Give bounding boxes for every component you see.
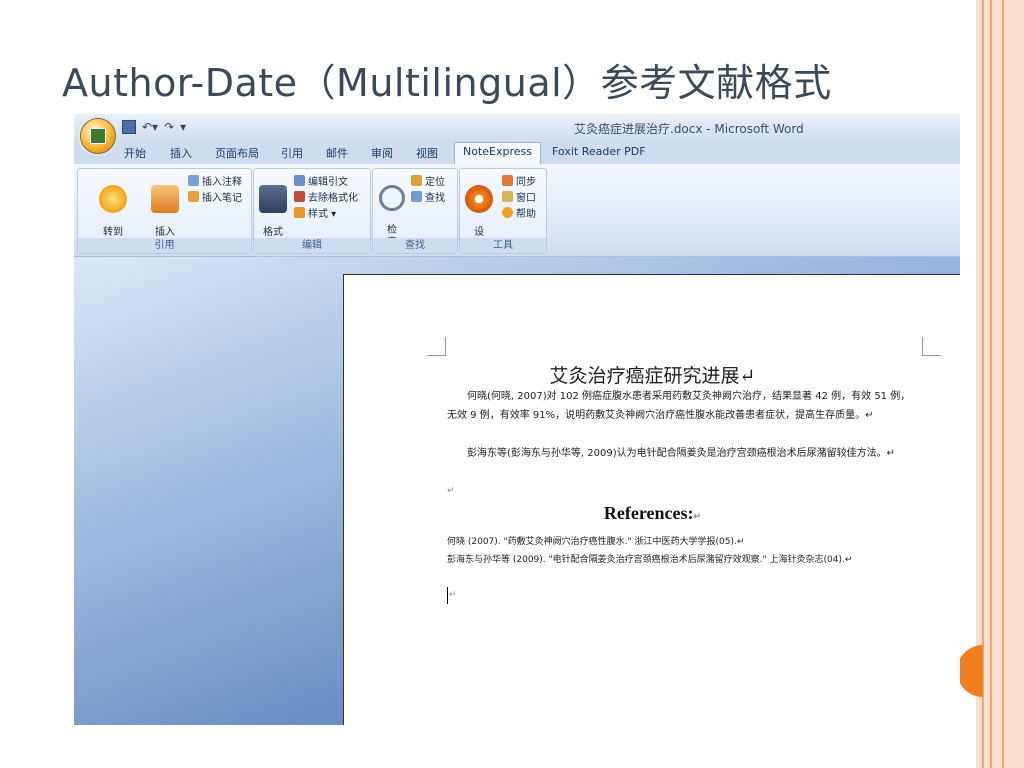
group-tools: 设 置 同步 窗口 帮助 工具 <box>459 168 547 254</box>
style-dropdown[interactable]: 样式 ▾ <box>294 205 336 220</box>
insert-note-button[interactable]: 插入注释 <box>188 173 242 188</box>
noteexpress-icon <box>99 185 127 213</box>
group-tools-label: 工具 <box>460 238 546 253</box>
window-icon <box>502 191 513 202</box>
search-icon <box>379 185 405 211</box>
format-icon <box>259 185 287 213</box>
locate-icon <box>411 175 422 186</box>
empty-paragraph-mark: ↵ <box>447 486 455 496</box>
tab-mailings[interactable]: 邮件 <box>326 145 348 161</box>
office-logo-icon <box>90 128 106 144</box>
tab-insert[interactable]: 插入 <box>170 145 192 161</box>
remove-format-icon <box>294 191 305 202</box>
insert-memo-icon <box>188 191 199 202</box>
gear-icon <box>465 185 493 213</box>
insert-citation-icon <box>151 185 179 213</box>
customize-icon[interactable]: ▾ <box>180 120 186 134</box>
word-window-screenshot: ↶▾ ↷ ▾ 艾灸癌症进展治疗.docx - Microsoft Word 开始… <box>74 114 960 725</box>
reference-1: 何晓 (2007). "药敷艾灸神阙穴治疗癌性腹水." 浙江中医药大学学报(05… <box>447 537 745 547</box>
edit-citation-button[interactable]: 编辑引文 <box>294 173 348 188</box>
help-icon <box>502 207 513 218</box>
ribbon-tabs: 开始 插入 页面布局 引用 邮件 审阅 视图 NoteExpress Foxit… <box>74 142 960 166</box>
slide-border-decoration <box>976 0 1024 768</box>
margin-corner-right <box>922 337 941 356</box>
locate-button[interactable]: 定位 <box>411 173 445 188</box>
reference-2: 彭海东与孙华等 (2009). "电针配合隔姜灸治疗宫颈癌根治术后尿潴留疗效观察… <box>447 555 853 565</box>
insert-note-label: 插入注释 <box>202 177 242 188</box>
paragraph-2: 彭海东等(彭海东与孙华等, 2009)认为电针配合隔姜灸是治疗宫颈癌根治术后尿潴… <box>467 448 895 459</box>
undo-icon[interactable]: ↶▾ <box>142 120 158 134</box>
insert-memo-button[interactable]: 插入笔记 <box>188 189 242 204</box>
group-cite: 转到 NoteExpress 插入 引文 插入注释 插入笔记 引用 <box>77 168 252 254</box>
help-label: 帮助 <box>516 209 536 220</box>
locate-label: 定位 <box>425 177 445 188</box>
document-title: 艾灸治疗癌症研究进展↵ <box>549 365 756 387</box>
text-cursor: ↵ <box>447 587 922 604</box>
edit-citation-icon <box>294 175 305 186</box>
help-button[interactable]: 帮助 <box>502 205 536 220</box>
redo-icon[interactable]: ↷ <box>164 120 174 134</box>
references-heading: References:↵ <box>344 503 960 524</box>
insert-memo-label: 插入笔记 <box>202 193 242 204</box>
style-icon <box>294 207 305 218</box>
paragraph-1: 何晓(何晓, 2007)对 102 例癌症腹水患者采用药敷艾灸神阙穴治疗，结果显… <box>447 391 911 421</box>
window-title: 艾灸癌症进展治疗.docx - Microsoft Word <box>574 122 804 136</box>
find-button[interactable]: 查找 <box>411 189 445 204</box>
group-find: 检 索 定位 查找 查找 <box>372 168 458 254</box>
title-bar: ↶▾ ↷ ▾ 艾灸癌症进展治疗.docx - Microsoft Word <box>74 114 960 142</box>
tab-home[interactable]: 开始 <box>124 145 146 161</box>
references-heading-text: References: <box>603 503 694 523</box>
remove-format-label: 去除格式化 <box>308 193 358 204</box>
tab-foxit-reader-pdf[interactable]: Foxit Reader PDF <box>552 145 646 158</box>
find-label: 查找 <box>425 193 445 204</box>
office-button[interactable] <box>80 118 116 154</box>
border-line <box>1002 0 1004 768</box>
find-icon <box>411 191 422 202</box>
window-label: 窗口 <box>516 193 536 204</box>
sync-icon <box>502 175 513 186</box>
insert-note-icon <box>188 175 199 186</box>
ribbon: 转到 NoteExpress 插入 引文 插入注释 插入笔记 引用 格式 化 <box>74 164 960 257</box>
sync-label: 同步 <box>516 177 536 188</box>
remove-format-button[interactable]: 去除格式化 <box>294 189 358 204</box>
tab-noteexpress[interactable]: NoteExpress <box>454 142 541 166</box>
edit-citation-label: 编辑引文 <box>308 177 348 188</box>
window-button[interactable]: 窗口 <box>502 189 536 204</box>
save-icon[interactable] <box>122 120 136 134</box>
group-cite-label: 引用 <box>78 238 251 253</box>
margin-corner-left <box>427 337 446 356</box>
sync-button[interactable]: 同步 <box>502 173 536 188</box>
tab-page-layout[interactable]: 页面布局 <box>215 145 259 161</box>
group-edit-label: 编辑 <box>254 238 370 253</box>
quick-access-toolbar: ↶▾ ↷ ▾ <box>122 120 186 134</box>
tab-review[interactable]: 审阅 <box>371 145 393 161</box>
group-edit: 格式 化 编辑引文 去除格式化 样式 ▾ 编辑 <box>253 168 371 254</box>
document-workspace: 艾灸治疗癌症研究进展↵ 何晓(何晓, 2007)对 102 例癌症腹水患者采用药… <box>74 257 960 725</box>
group-find-label: 查找 <box>373 238 457 253</box>
border-line <box>990 0 992 768</box>
tab-view[interactable]: 视图 <box>416 145 438 161</box>
slide-title: Author-Date（Multilingual）参考文献格式 <box>62 61 832 105</box>
style-label: 样式 ▾ <box>308 209 337 220</box>
references-mark: ↵ <box>693 511 702 521</box>
document-page[interactable]: 艾灸治疗癌症研究进展↵ 何晓(何晓, 2007)对 102 例癌症腹水患者采用药… <box>343 274 960 725</box>
tab-references[interactable]: 引用 <box>281 145 303 161</box>
